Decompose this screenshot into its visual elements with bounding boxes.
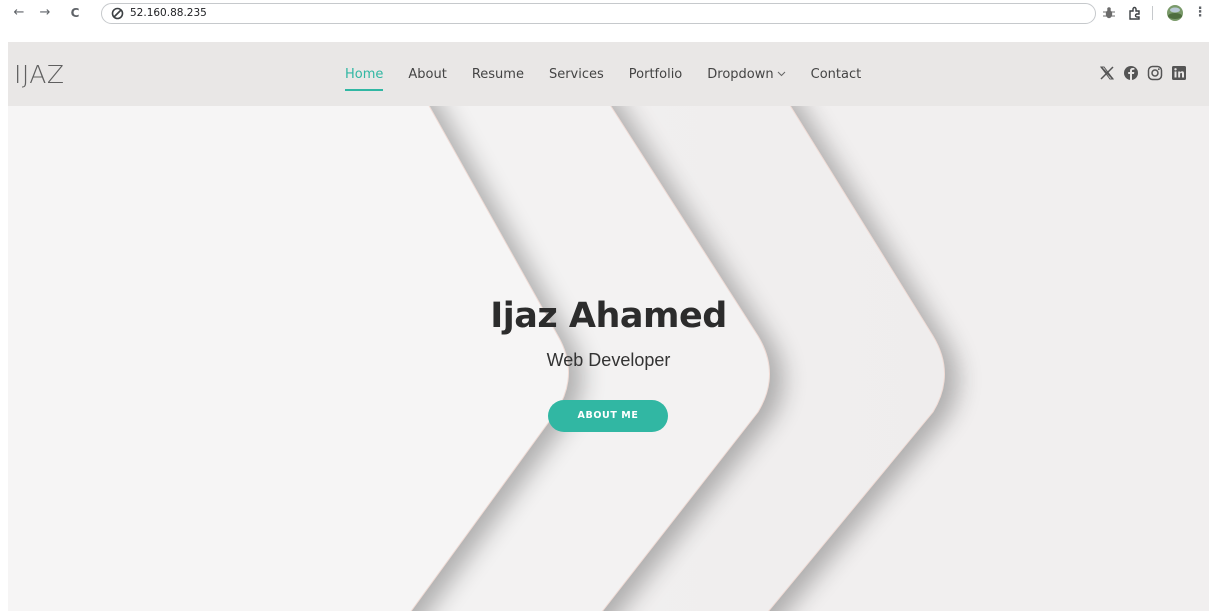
nav-resume[interactable]: Resume: [472, 67, 524, 82]
site-info-icon[interactable]: [111, 7, 124, 20]
nav-home[interactable]: Home: [345, 67, 384, 91]
back-icon[interactable]: ←: [10, 4, 28, 22]
nav-about[interactable]: About: [408, 67, 446, 82]
main-nav: Home About Resume Services Portfolio Dro…: [345, 42, 861, 106]
social-links: [1099, 65, 1187, 81]
nav-portfolio[interactable]: Portfolio: [629, 67, 682, 82]
address-bar[interactable]: 52.160.88.235: [101, 3, 1096, 24]
nav-dropdown-label: Dropdown: [707, 66, 774, 82]
bug-icon[interactable]: [1102, 5, 1116, 21]
chevron-down-icon: [777, 71, 785, 77]
x-icon[interactable]: [1099, 65, 1115, 81]
nav-dropdown[interactable]: Dropdown: [707, 67, 785, 82]
hero-title: Ijaz Ahamed: [490, 296, 727, 336]
nav-services[interactable]: Services: [549, 67, 604, 82]
site-header: IJAZ Home About Resume Services Portfoli…: [8, 42, 1209, 106]
browser-toolbar: ← → C 52.160.88.235 ⋮: [0, 0, 1209, 26]
profile-avatar[interactable]: [1166, 4, 1184, 22]
browser-menu-icon[interactable]: ⋮: [1191, 4, 1209, 22]
reload-icon[interactable]: C: [66, 4, 84, 22]
hero-subtitle: Web Developer: [546, 350, 671, 370]
hero-section: Ijaz Ahamed Web Developer ABOUT ME: [8, 106, 1209, 611]
linkedin-icon[interactable]: [1171, 65, 1187, 81]
site-logo[interactable]: IJAZ: [14, 60, 65, 89]
facebook-icon[interactable]: [1123, 65, 1139, 81]
instagram-icon[interactable]: [1147, 65, 1163, 81]
about-me-button[interactable]: ABOUT ME: [548, 400, 668, 432]
extensions-icon[interactable]: [1127, 5, 1143, 21]
forward-icon[interactable]: →: [36, 4, 54, 22]
toolbar-divider: [1152, 6, 1153, 20]
nav-contact[interactable]: Contact: [811, 67, 862, 82]
url-text[interactable]: 52.160.88.235: [130, 4, 207, 23]
